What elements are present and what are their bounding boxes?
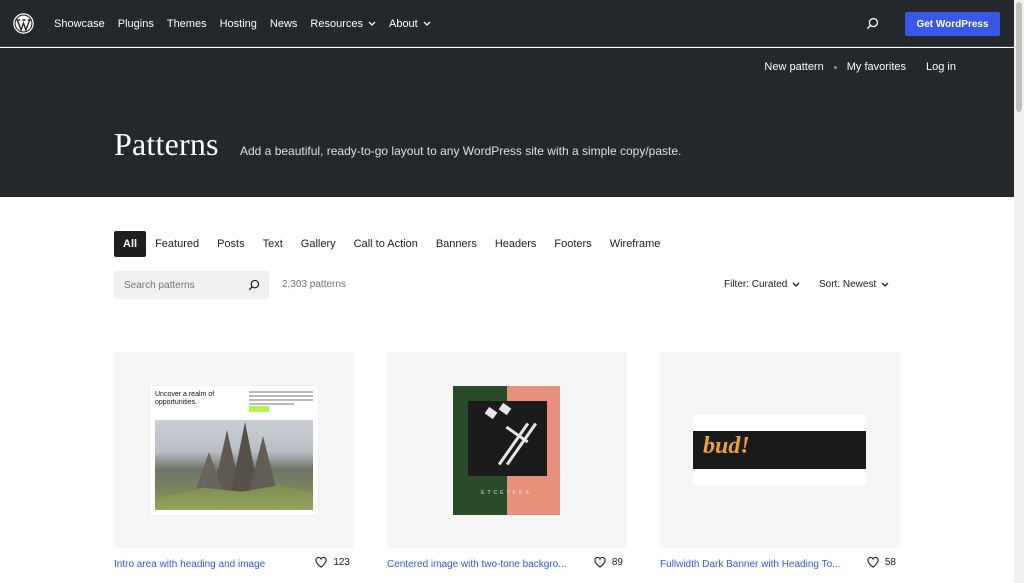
page-scrollbar[interactable] (1014, 0, 1024, 583)
page-title: Patterns (114, 126, 219, 162)
tab-wireframe[interactable]: Wireframe (601, 231, 670, 257)
search-icon[interactable] (866, 17, 879, 30)
tab-all[interactable]: All (114, 231, 147, 257)
preview-heading: Uncover a realm of opportunities. (155, 391, 215, 406)
tab-headers[interactable]: Headers (486, 231, 546, 257)
favorite-button[interactable]: 89 (594, 557, 623, 568)
preview-intro-area: Uncover a realm of opportunities. (150, 386, 318, 515)
favorite-button[interactable]: 123 (315, 557, 350, 568)
chevron-down-icon (368, 21, 376, 26)
nav-news[interactable]: News (270, 18, 298, 30)
nav-hosting[interactable]: Hosting (220, 18, 257, 30)
pattern-preview[interactable]: bud! (660, 352, 900, 548)
scrollbar-thumb[interactable] (1016, 2, 1022, 112)
patterns-hero: New pattern My favorites Log in Patterns… (0, 48, 1014, 197)
new-pattern-link[interactable]: New pattern (764, 61, 823, 73)
tab-gallery[interactable]: Gallery (292, 231, 345, 257)
get-wordpress-button[interactable]: Get WordPress (905, 12, 1000, 36)
tab-text[interactable]: Text (254, 231, 292, 257)
filter-dropdown[interactable]: Filter: Curated (724, 279, 800, 290)
pattern-title-link[interactable]: Fullwidth Dark Banner with Heading To... (660, 559, 840, 570)
preview-body-text (249, 391, 313, 407)
nav-themes[interactable]: Themes (167, 18, 207, 30)
chevron-down-icon (881, 282, 889, 287)
heart-icon (594, 557, 606, 568)
sort-dropdown[interactable]: Sort: Newest (819, 279, 889, 290)
card-meta: Centered image with two-tone backgro... … (387, 556, 627, 572)
pattern-title-link[interactable]: Centered image with two-tone backgro... (387, 559, 567, 570)
chevron-down-icon (423, 21, 431, 26)
preview-mountain-image (155, 420, 313, 510)
results-count: 2,303 patterns (282, 279, 346, 290)
nav-resources-label: Resources (310, 17, 363, 30)
chevron-down-icon (792, 282, 800, 287)
nav-showcase[interactable]: Showcase (54, 18, 105, 30)
card-meta: Intro area with heading and image 123 (114, 556, 354, 572)
search-input[interactable] (114, 271, 244, 299)
preview-road-image (468, 401, 547, 476)
nav-about[interactable]: About (389, 18, 431, 30)
search-box (114, 271, 269, 299)
main-nav: Showcase Plugins Themes Hosting News Res… (54, 0, 444, 47)
search-icon[interactable] (248, 279, 260, 291)
favorite-button[interactable]: 58 (867, 557, 896, 568)
heart-icon (867, 557, 879, 568)
pattern-card: bud! Fullwidth Dark Banner with Heading … (660, 352, 900, 570)
heart-icon (315, 557, 327, 568)
category-tabs: All Featured Posts Text Gallery Call to … (114, 231, 669, 257)
pattern-title-link[interactable]: Intro area with heading and image (114, 559, 265, 570)
pattern-preview[interactable]: Uncover a realm of opportunities. (114, 352, 354, 548)
filter-label: Filter: Curated (724, 279, 788, 290)
preview-label: ETCETERA (481, 490, 532, 496)
preview-heading: bud! (703, 433, 750, 459)
my-favorites-link[interactable]: My favorites (847, 61, 906, 73)
nav-resources[interactable]: Resources (310, 18, 376, 30)
pattern-preview[interactable]: ETCETERA (387, 352, 627, 548)
preview-banner-bar: bud! (693, 431, 866, 469)
tab-call-to-action[interactable]: Call to Action (345, 231, 427, 257)
tab-banners[interactable]: Banners (427, 231, 486, 257)
preview-dark-banner: bud! (693, 415, 866, 485)
tab-featured[interactable]: Featured (146, 231, 208, 257)
nav-plugins[interactable]: Plugins (118, 18, 154, 30)
like-count: 58 (884, 557, 896, 568)
preview-two-tone: ETCETERA (453, 386, 560, 515)
global-header: Showcase Plugins Themes Hosting News Res… (0, 0, 1014, 47)
pattern-card: Uncover a realm of opportunities. Intro … (114, 352, 354, 570)
like-count: 123 (333, 557, 350, 568)
hero-sublinks: New pattern My favorites Log in (764, 61, 956, 73)
sort-label: Sort: Newest (819, 279, 877, 290)
card-meta: Fullwidth Dark Banner with Heading To...… (660, 556, 900, 572)
wordpress-logo-icon[interactable] (13, 13, 34, 34)
tab-footers[interactable]: Footers (545, 231, 600, 257)
log-in-link[interactable]: Log in (926, 61, 956, 73)
separator-dot (833, 65, 837, 69)
page-tagline: Add a beautiful, ready-to-go layout to a… (240, 144, 682, 158)
nav-about-label: About (388, 17, 418, 30)
preview-button (249, 406, 269, 412)
pattern-card: ETCETERA Centered image with two-tone ba… (387, 352, 627, 570)
like-count: 89 (611, 557, 623, 568)
tab-posts[interactable]: Posts (208, 231, 254, 257)
